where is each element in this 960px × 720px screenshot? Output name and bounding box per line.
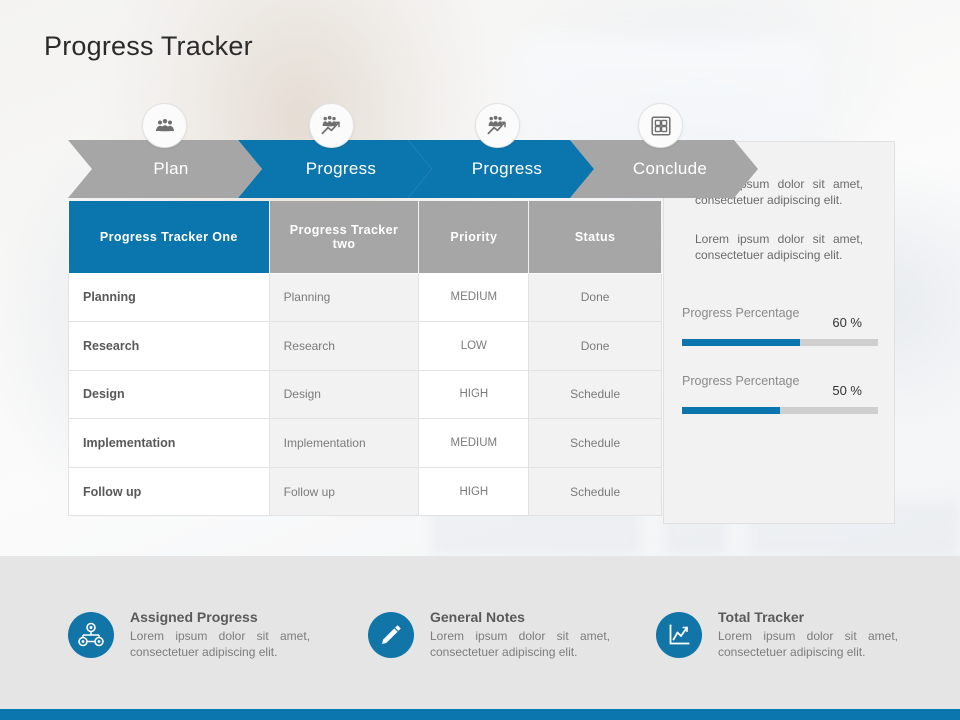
- feature-item-total-tracker[interactable]: Total Tracker Lorem ipsum dolor sit amet…: [656, 609, 946, 689]
- panel-paragraph-2: Lorem ipsum dolor sit amet, consectetuer…: [695, 232, 863, 262]
- table-cell-priority: MEDIUM: [418, 272, 530, 323]
- table-cell-tracker_two: Follow up: [268, 466, 420, 517]
- feature-title-1: General Notes: [430, 609, 525, 625]
- feature-title-2: Total Tracker: [718, 609, 805, 625]
- feature-desc-0: Lorem ipsum dolor sit amet, consectetuer…: [130, 629, 310, 659]
- table-cell-tracker_two: Implementation: [268, 418, 420, 468]
- org-chart-icon: [68, 612, 114, 658]
- table-row[interactable]: Design Design HIGH Schedule: [68, 369, 662, 420]
- table-row[interactable]: Follow up Follow up HIGH Schedule: [68, 466, 662, 517]
- table-header-row: Progress Tracker One Progress Tracker tw…: [68, 201, 662, 274]
- table-cell-status: Schedule: [528, 369, 662, 420]
- table-cell-name: Follow up: [68, 466, 270, 517]
- table-cell-status: Done: [528, 321, 662, 371]
- process-flow: Plan Progress Progress Conclude: [68, 103, 658, 198]
- process-step-label-2: Progress: [471, 159, 543, 178]
- page-title: Progress Tracker: [44, 31, 253, 61]
- progress-value-1: 60 %: [832, 315, 862, 330]
- side-info-panel: Lorem ipsum dolor sit amet, consectetuer…: [663, 141, 895, 524]
- progress-value-2: 50 %: [832, 383, 862, 398]
- progress-bar-group-2: Progress Percentage 50 %: [682, 373, 878, 414]
- people-growth-chart-icon[interactable]: [475, 103, 520, 148]
- process-step-3[interactable]: Conclude: [570, 140, 758, 198]
- progress-header-1: Progress Percentage 60 %: [682, 305, 878, 339]
- process-step-0[interactable]: Plan: [68, 140, 262, 198]
- table-cell-priority: HIGH: [418, 369, 530, 420]
- table-header-cell-2[interactable]: Priority: [418, 201, 530, 274]
- feature-item-general-notes[interactable]: General Notes Lorem ipsum dolor sit amet…: [368, 609, 658, 689]
- slide-canvas: Progress Tracker Plan Progress Progress Con…: [0, 0, 960, 720]
- pencil-icon: [368, 612, 414, 658]
- progress-label-2: Progress Percentage: [682, 374, 800, 388]
- table-cell-priority: LOW: [418, 321, 530, 371]
- table-header-cell-1[interactable]: Progress Tracker two: [268, 201, 420, 274]
- table-body: Planning Planning MEDIUM Done Research Resear…: [68, 272, 662, 517]
- table-cell-tracker_two: Design: [268, 369, 420, 420]
- feature-desc-2: Lorem ipsum dolor sit amet, consectetuer…: [718, 629, 898, 659]
- feature-body-1: General Notes Lorem ipsum dolor sit amet…: [430, 609, 610, 660]
- line-chart-icon: [656, 612, 702, 658]
- table-cell-name: Research: [68, 321, 270, 371]
- feature-body-2: Total Tracker Lorem ipsum dolor sit amet…: [718, 609, 898, 660]
- process-step-label-0: Plan: [153, 159, 189, 178]
- feature-item-assigned-progress[interactable]: Assigned Progress Lorem ipsum dolor sit …: [68, 609, 358, 689]
- table-cell-status: Schedule: [528, 466, 662, 517]
- feature-desc-1: Lorem ipsum dolor sit amet, consectetuer…: [430, 629, 610, 659]
- progress-track-1[interactable]: [682, 339, 878, 346]
- table-cell-tracker_two: Planning: [268, 272, 420, 323]
- table-cell-tracker_two: Research: [268, 321, 420, 371]
- process-step-1[interactable]: Progress: [238, 140, 432, 198]
- table-header-cell-0[interactable]: Progress Tracker One: [68, 201, 270, 274]
- progress-fill-1: [682, 339, 800, 346]
- process-step-label-3: Conclude: [632, 159, 708, 178]
- grid-squares-icon[interactable]: [638, 103, 683, 148]
- table-cell-priority: MEDIUM: [418, 418, 530, 468]
- people-growth-chart-icon[interactable]: [309, 103, 354, 148]
- progress-fill-2: [682, 407, 780, 414]
- table-cell-name: Planning: [68, 272, 270, 323]
- table-row[interactable]: Planning Planning MEDIUM Done: [68, 272, 662, 323]
- table-cell-status: Schedule: [528, 418, 662, 468]
- process-step-label-1: Progress: [305, 159, 377, 178]
- feature-title-0: Assigned Progress: [130, 609, 258, 625]
- table-header: Progress Tracker One Progress Tracker tw…: [68, 201, 662, 274]
- progress-bar-group-1: Progress Percentage 60 %: [682, 305, 878, 346]
- progress-label-1: Progress Percentage: [682, 306, 800, 320]
- table-cell-priority: HIGH: [418, 466, 530, 517]
- tracker-table: Progress Tracker One Progress Tracker tw…: [68, 201, 662, 517]
- progress-header-2: Progress Percentage 50 %: [682, 373, 878, 407]
- feature-body-0: Assigned Progress Lorem ipsum dolor sit …: [130, 609, 310, 660]
- table-cell-name: Design: [68, 369, 270, 420]
- table-cell-status: Done: [528, 272, 662, 323]
- bottom-accent-bar: [0, 709, 960, 720]
- table-cell-name: Implementation: [68, 418, 270, 468]
- progress-track-2[interactable]: [682, 407, 878, 414]
- table-header-cell-3[interactable]: Status: [528, 201, 662, 274]
- table-row[interactable]: Implementation Implementation MEDIUM Schedu…: [68, 418, 662, 468]
- table-row[interactable]: Research Research LOW Done: [68, 321, 662, 371]
- people-group-icon[interactable]: [142, 103, 187, 148]
- process-step-2[interactable]: Progress: [408, 140, 594, 198]
